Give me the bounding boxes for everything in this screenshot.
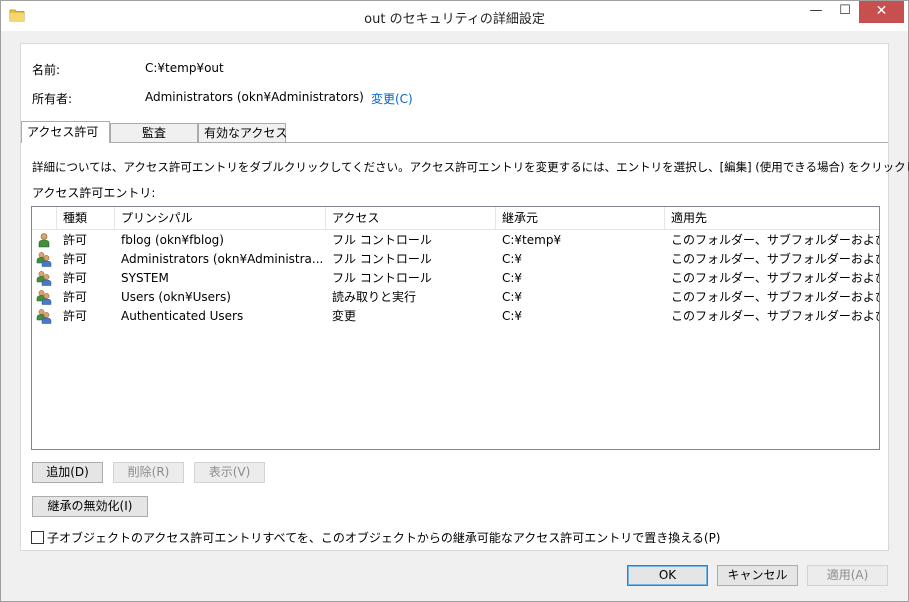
group-icon — [36, 290, 52, 305]
cancel-button[interactable]: キャンセル — [717, 565, 798, 586]
header-principal[interactable]: プリンシパル — [115, 207, 326, 230]
row-type: 許可 — [63, 252, 88, 266]
replace-child-entries-checkbox[interactable] — [31, 531, 44, 544]
tab-strip: アクセス許可 監査 有効なアクセス — [21, 121, 888, 143]
entries-label: アクセス許可エントリ: — [32, 186, 156, 200]
row-principal: Administrators (okn¥Administra... — [121, 252, 324, 266]
list-header: 種類 プリンシパル アクセス 継承元 適用先 — [32, 207, 879, 230]
row-access: フル コントロール — [332, 252, 432, 266]
replace-child-entries-label[interactable]: 子オブジェクトのアクセス許可エントリすべてを、このオブジェクトからの継承可能なア… — [47, 529, 721, 546]
row-principal: SYSTEM — [121, 271, 169, 285]
table-row[interactable]: 許可 Authenticated Users 変更 C:¥ このフォルダー、サブ… — [32, 307, 879, 326]
row-type: 許可 — [63, 271, 88, 285]
close-button[interactable]: ✕ — [859, 1, 904, 23]
row-principal: Authenticated Users — [121, 309, 244, 323]
owner-value: Administrators (okn¥Administrators) — [145, 90, 364, 104]
row-access: フル コントロール — [332, 271, 432, 285]
ok-button[interactable]: OK — [627, 565, 708, 586]
change-owner-link[interactable]: 変更(C) — [371, 90, 413, 107]
name-label: 名前: — [32, 63, 61, 77]
row-applies-to: このフォルダー、サブフォルダーおよびファイル — [671, 290, 879, 304]
header-applies-to[interactable]: 適用先 — [665, 207, 879, 230]
row-inherited-from: C:¥ — [502, 309, 523, 323]
window-title: out のセキュリティの詳細設定 — [364, 12, 545, 27]
owner-label: 所有者: — [32, 92, 73, 106]
row-applies-to: このフォルダー、サブフォルダーおよびファイル — [671, 309, 879, 323]
header-access[interactable]: アクセス — [326, 207, 496, 230]
table-row[interactable]: 許可 Administrators (okn¥Administra... フル … — [32, 250, 879, 269]
permission-entries-list[interactable]: 種類 プリンシパル アクセス 継承元 適用先 許可 fblog (okn¥fbl… — [31, 206, 880, 450]
tab-permissions[interactable]: アクセス許可 — [21, 121, 110, 143]
row-type: 許可 — [63, 309, 88, 323]
row-applies-to: このフォルダー、サブフォルダーおよびファイル — [671, 271, 879, 285]
row-inherited-from: C:¥ — [502, 252, 523, 266]
security-dialog-window: out のセキュリティの詳細設定 — ☐ ✕ 名前: C:¥temp¥out 所… — [0, 0, 909, 602]
tab-auditing[interactable]: 監査 — [110, 123, 198, 143]
content-panel: 名前: C:¥temp¥out 所有者: Administrators (okn… — [20, 43, 909, 551]
row-inherited-from: C:¥temp¥ — [502, 233, 562, 247]
description-text: 詳細については、アクセス許可エントリをダブルクリックしてください。アクセス許可エ… — [32, 160, 909, 174]
row-access: 変更 — [332, 309, 357, 323]
row-principal: Users (okn¥Users) — [121, 290, 231, 304]
table-row[interactable]: 許可 fblog (okn¥fblog) フル コントロール C:¥temp¥ … — [32, 231, 879, 250]
title-bar[interactable]: out のセキュリティの詳細設定 — ☐ ✕ — [1, 1, 908, 31]
tab-divider — [21, 142, 888, 143]
row-access: 読み取りと実行 — [332, 290, 417, 304]
add-button[interactable]: 追加(D) — [32, 462, 103, 483]
apply-button[interactable]: 適用(A) — [807, 565, 888, 586]
name-value: C:¥temp¥out — [145, 61, 224, 75]
table-row[interactable]: 許可 SYSTEM フル コントロール C:¥ このフォルダー、サブフォルダーお… — [32, 269, 879, 288]
group-icon — [36, 252, 52, 267]
row-inherited-from: C:¥ — [502, 271, 523, 285]
header-inherited-from[interactable]: 継承元 — [496, 207, 665, 230]
group-icon — [36, 271, 52, 286]
row-applies-to: このフォルダー、サブフォルダーおよびファイル — [671, 252, 879, 266]
view-button[interactable]: 表示(V) — [194, 462, 265, 483]
row-access: フル コントロール — [332, 233, 432, 247]
disable-inheritance-button[interactable]: 継承の無効化(I) — [32, 496, 148, 517]
header-type[interactable]: 種類 — [57, 207, 115, 230]
table-row[interactable]: 許可 Users (okn¥Users) 読み取りと実行 C:¥ このフォルダー… — [32, 288, 879, 307]
row-applies-to: このフォルダー、サブフォルダーおよびファイル — [671, 233, 879, 247]
header-icon-col[interactable] — [32, 207, 57, 230]
maximize-button[interactable]: ☐ — [831, 1, 859, 23]
group-icon — [36, 309, 52, 324]
tab-effective-access[interactable]: 有効なアクセス — [198, 123, 287, 143]
remove-button[interactable]: 削除(R) — [113, 462, 184, 483]
row-inherited-from: C:¥ — [502, 290, 523, 304]
row-principal: fblog (okn¥fblog) — [121, 233, 224, 247]
row-type: 許可 — [63, 290, 88, 304]
row-type: 許可 — [63, 233, 88, 247]
minimize-button[interactable]: — — [801, 1, 831, 23]
user-icon — [38, 233, 50, 248]
